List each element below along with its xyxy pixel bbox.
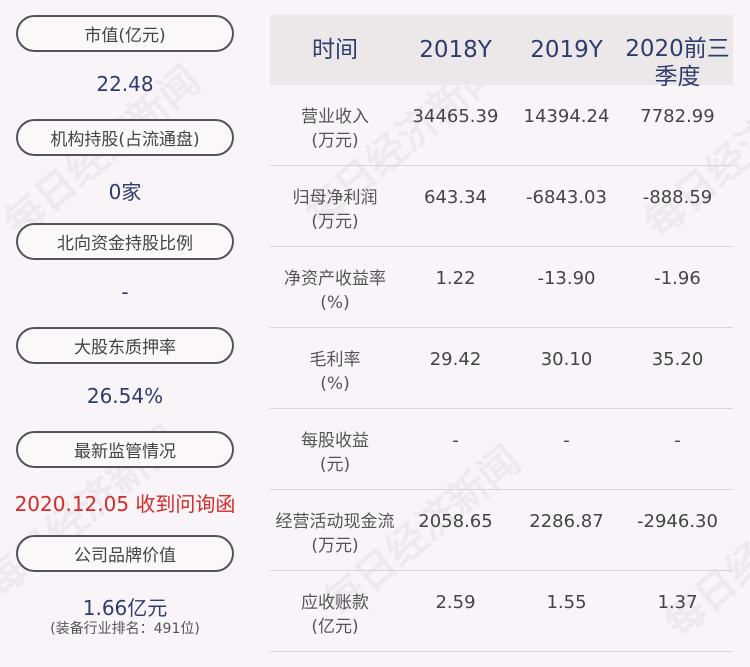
- table-row: 净资产收益率 (%) 1.22 -13.90 -1.96: [270, 247, 733, 328]
- cell-2019: -: [563, 430, 570, 451]
- table-row: 应收账款 (亿元) 2.59 1.55 1.37: [270, 571, 733, 652]
- row-label: 经营活动现金流 (万元): [275, 512, 395, 556]
- northbound-ratio-value: -: [121, 280, 129, 304]
- table-header: 时间 2018Y 2019Y 2020前三季度: [270, 15, 733, 90]
- table-row: 毛利率 (%) 29.42 30.10 35.20: [270, 328, 733, 409]
- cell-2018: 1.22: [435, 268, 476, 289]
- header-time: 时间: [312, 37, 358, 63]
- brand-value-value: 1.66亿元: [82, 596, 168, 620]
- header-2020q3: 2020前三季度: [625, 36, 730, 90]
- regulatory-status-value: 2020.12.05 收到问询函: [14, 492, 236, 516]
- table-row: 营业收入 (万元) 34465.39 14394.24 7782.99: [270, 85, 733, 166]
- cell-2020: -1.96: [654, 268, 701, 289]
- row-label: 营业收入 (万元): [301, 107, 369, 151]
- regulatory-status-label: 最新监管情况: [16, 431, 234, 468]
- table-row: 经营活动现金流 (万元) 2058.65 2286.87 -2946.30: [270, 490, 733, 571]
- pledge-rate-label: 大股东质押率: [16, 327, 234, 364]
- northbound-ratio-label: 北向资金持股比例: [16, 223, 234, 260]
- pledge-rate-value: 26.54%: [86, 384, 164, 408]
- cell-2020: 35.20: [651, 349, 704, 370]
- header-2018: 2018Y: [419, 37, 492, 63]
- cell-2018: 34465.39: [412, 106, 499, 127]
- brand-value-rank: (装备行业排名：491位): [50, 621, 200, 637]
- cell-2020: -: [674, 430, 681, 451]
- market-cap-label: 市值(亿元): [16, 15, 234, 52]
- market-cap-value: 22.48: [96, 72, 154, 96]
- cell-2019: 14394.24: [523, 106, 610, 127]
- cell-2019: 30.10: [540, 349, 593, 370]
- institutional-holding-label: 机构持股(占流通盘): [16, 119, 234, 156]
- cell-2020: -2946.30: [637, 511, 718, 532]
- cell-2020: 7782.99: [640, 106, 715, 127]
- cell-2018: -: [452, 430, 459, 451]
- row-label: 毛利率 (%): [309, 350, 361, 394]
- institutional-holding-value: 0家: [108, 180, 142, 204]
- cell-2018: 29.42: [429, 349, 482, 370]
- brand-value-label: 公司品牌价值: [16, 535, 234, 572]
- table-row: 归母净利润 (万元) 643.34 -6843.03 -888.59: [270, 166, 733, 247]
- row-label: 应收账款 (亿元): [301, 593, 369, 637]
- financial-table: 时间 2018Y 2019Y 2020前三季度 营业收入 (万元) 34465.3…: [270, 15, 733, 652]
- row-label: 每股收益 (元): [301, 431, 369, 475]
- cell-2019: -13.90: [537, 268, 596, 289]
- cell-2020: -888.59: [642, 187, 713, 208]
- left-panel: 市值(亿元) 22.48 机构持股(占流通盘) 0家 北向资金持股比例 - 大股…: [0, 0, 250, 667]
- row-label: 净资产收益率 (%): [284, 269, 386, 313]
- cell-2020: 1.37: [657, 592, 698, 613]
- cell-2019: 1.55: [546, 592, 587, 613]
- cell-2018: 2.59: [435, 592, 476, 613]
- cell-2018: 643.34: [424, 187, 487, 208]
- header-2019: 2019Y: [530, 37, 603, 63]
- cell-2019: -6843.03: [526, 187, 607, 208]
- row-label: 归母净利润 (万元): [292, 188, 378, 232]
- cell-2019: 2286.87: [529, 511, 604, 532]
- table-row: 每股收益 (元) - - -: [270, 409, 733, 490]
- cell-2018: 2058.65: [418, 511, 493, 532]
